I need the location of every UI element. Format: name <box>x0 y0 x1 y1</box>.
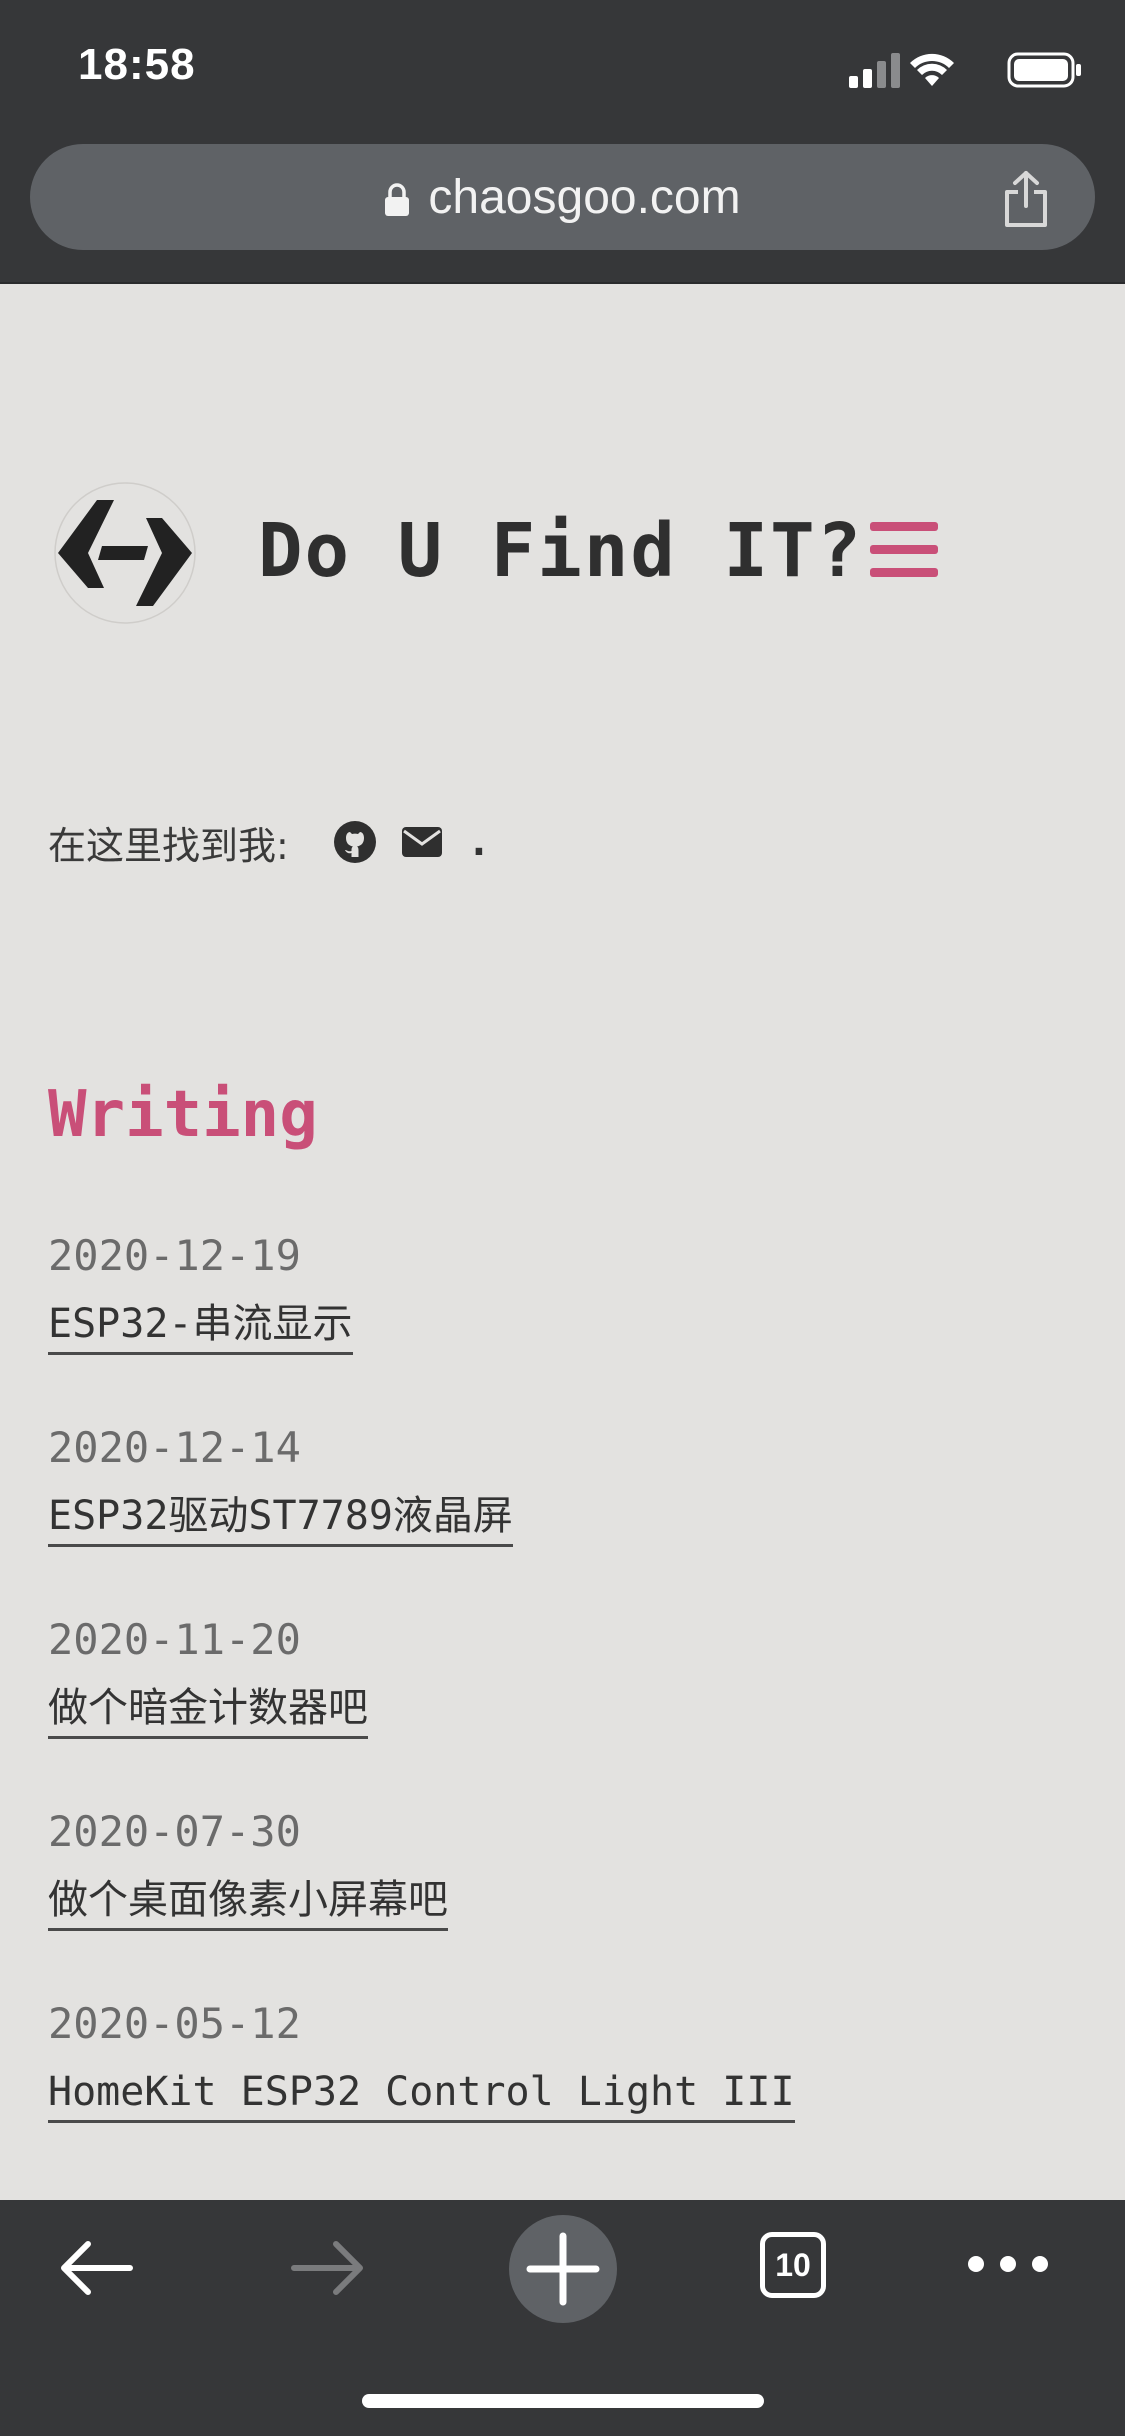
site-header: Do U Find IT? <box>0 470 1125 630</box>
share-icon[interactable] <box>1001 170 1051 228</box>
writing-heading: Writing <box>48 1078 318 1152</box>
cellular-signal-icon <box>849 53 900 88</box>
email-icon[interactable] <box>399 820 445 864</box>
post-date: 2020-12-14 <box>48 1423 301 1472</box>
url-text: chaosgoo.com <box>428 170 741 224</box>
site-logo[interactable] <box>52 480 198 626</box>
battery-icon <box>1007 52 1081 88</box>
post-date: 2020-05-12 <box>48 1999 301 2048</box>
post-title-link[interactable]: ESP32-串流显示 <box>48 1298 353 1355</box>
post-date: 2020-07-30 <box>48 1807 301 1856</box>
post-item: 2020-12-14 ESP32驱动ST7789液晶屏 <box>48 1420 513 1547</box>
post-date: 2020-12-19 <box>48 1231 301 1280</box>
post-title-link[interactable]: ESP32驱动ST7789液晶屏 <box>48 1490 513 1547</box>
tabs-button[interactable]: 10 <box>760 2232 826 2298</box>
forward-arrow-icon[interactable] <box>288 2236 368 2300</box>
post-date: 2020-11-20 <box>48 1615 301 1664</box>
post-title-link[interactable]: 做个暗金计数器吧 <box>48 1682 368 1739</box>
more-options-icon[interactable] <box>966 2250 1050 2278</box>
browser-top-bar: chaosgoo.com <box>0 140 1125 284</box>
lock-icon <box>385 183 410 216</box>
post-item: 2020-07-30 做个桌面像素小屏幕吧 <box>48 1804 448 1931</box>
site-title[interactable]: Do U Find IT? <box>258 508 863 594</box>
status-time: 18:58 <box>78 40 196 89</box>
status-bar: 18:58 <box>0 0 1125 140</box>
find-me-dot: . <box>466 819 491 865</box>
menu-icon[interactable] <box>868 518 940 582</box>
home-indicator[interactable] <box>362 2394 764 2408</box>
post-title-link[interactable]: HomeKit ESP32 Control Light III <box>48 2066 795 2123</box>
find-me-row: 在这里找到我: . <box>48 812 491 872</box>
github-icon[interactable] <box>333 820 377 864</box>
address-bar[interactable]: chaosgoo.com <box>30 144 1095 250</box>
post-item: 2020-12-19 ESP32-串流显示 <box>48 1228 353 1355</box>
new-tab-plus-icon[interactable] <box>508 2214 618 2324</box>
wifi-icon <box>910 53 954 86</box>
post-item: 2020-05-12 HomeKit ESP32 Control Light I… <box>48 1996 795 2123</box>
find-me-label: 在这里找到我: <box>48 823 289 868</box>
tab-count: 10 <box>775 2246 811 2283</box>
back-arrow-icon[interactable] <box>56 2236 136 2300</box>
post-item: 2020-11-20 做个暗金计数器吧 <box>48 1612 368 1739</box>
post-title-link[interactable]: 做个桌面像素小屏幕吧 <box>48 1874 448 1931</box>
